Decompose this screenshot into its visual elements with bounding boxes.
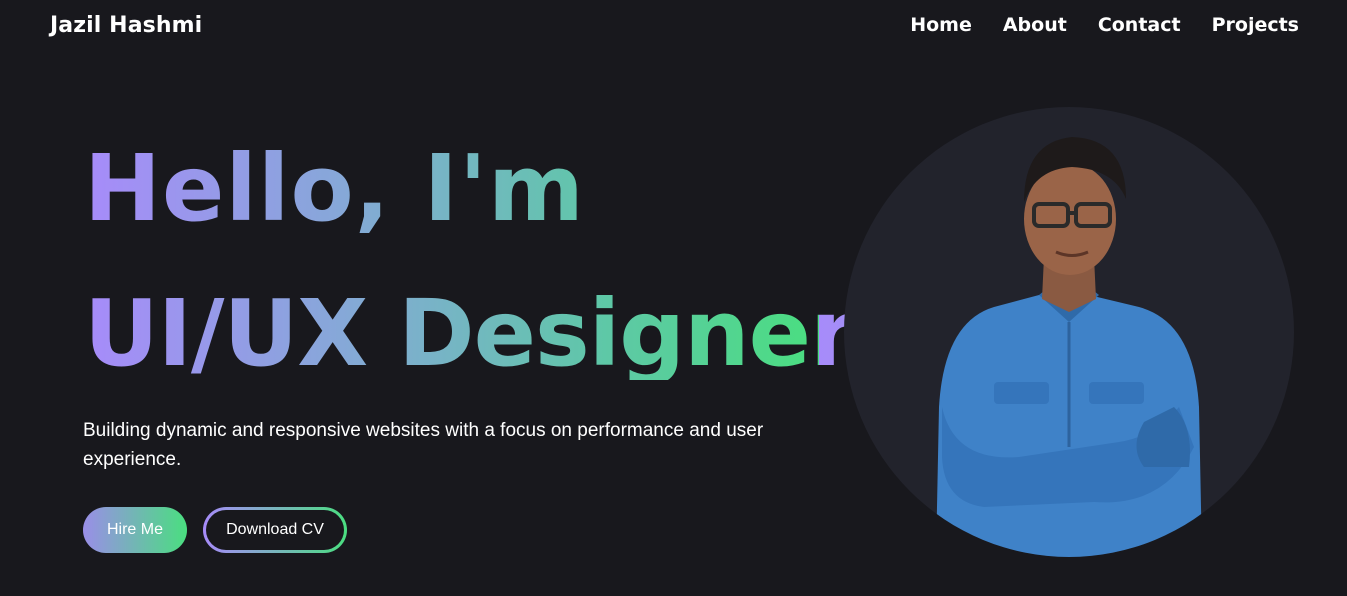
profile-photo — [844, 107, 1294, 557]
hire-me-button[interactable]: Hire Me — [83, 507, 187, 553]
hero-role: UI/UX Designer — [84, 280, 855, 387]
nav-link-contact[interactable]: Contact — [1098, 14, 1181, 36]
hero-greeting: Hello, I'm — [84, 135, 585, 242]
nav-link-home[interactable]: Home — [910, 14, 972, 36]
hero-description: Building dynamic and responsive websites… — [83, 420, 764, 470]
nav-link-projects[interactable]: Projects — [1212, 14, 1299, 36]
download-cv-label: Download CV — [206, 510, 344, 550]
download-cv-button[interactable]: Download CV — [203, 507, 347, 553]
brand-name[interactable]: Jazil Hashmi — [50, 13, 202, 38]
nav-link-about[interactable]: About — [1003, 14, 1067, 36]
nav-links: Home About Contact Projects — [910, 14, 1299, 36]
navbar: Jazil Hashmi Home About Contact Projects — [0, 0, 1347, 56]
person-illustration — [936, 137, 1202, 557]
